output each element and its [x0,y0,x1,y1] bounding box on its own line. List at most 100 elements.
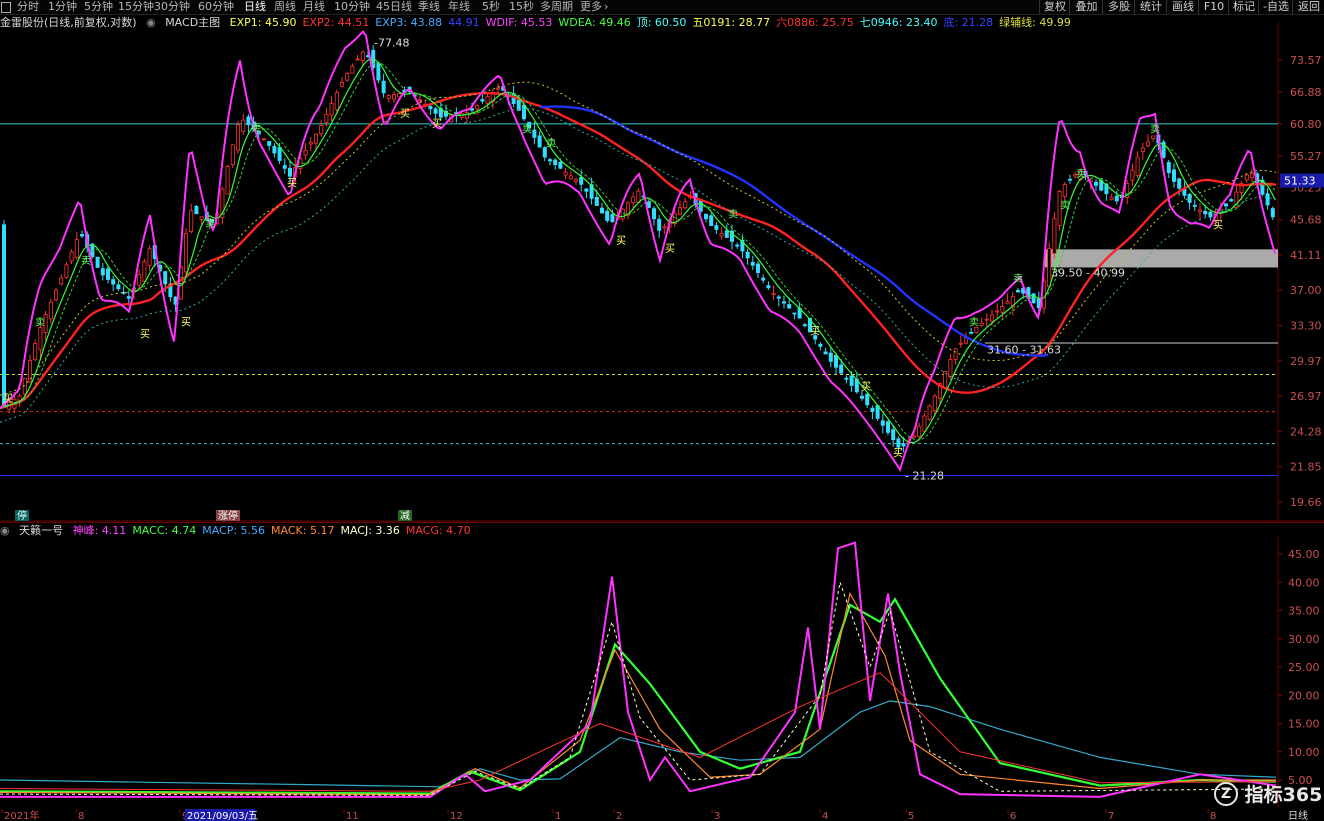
candle-body [860,395,865,399]
period-tab-16[interactable]: 更多 [580,0,602,14]
period-tab-9[interactable]: 10分钟 [334,0,370,14]
buy-signal: 买 [400,108,410,120]
candle-body [319,125,324,134]
sub-tick-label: 35.00 [1288,605,1320,618]
candle-body [818,343,823,347]
period-tab-5[interactable]: 60分钟 [198,0,234,14]
period-tab-8[interactable]: 月线 [303,0,325,14]
time-axis: 2021年891112123456782021/09/03/五日线 [1,809,1308,821]
candle-body [1151,135,1156,139]
candle-body [870,407,875,412]
candle-body [704,213,709,220]
sub-legend-item-3: MACK: 5.17 [271,524,335,537]
candle-body [553,159,558,166]
toolbar-button-0[interactable]: 复权 [1039,0,1070,14]
candle-body [584,188,589,192]
candle-body [984,318,989,321]
toolbar-button-2[interactable]: 多股 [1102,0,1135,14]
toolbar-button-3[interactable]: 统计 [1134,0,1167,14]
candle-body [95,256,100,268]
candle-body [225,165,230,195]
buy-signal: 买 [3,393,13,405]
current-price-label: 51.33 [1284,175,1316,188]
candle-body [1140,147,1145,152]
candle-body [932,395,937,411]
candle-body [339,82,344,87]
period-tab-14[interactable]: 15秒 [509,0,534,14]
time-tick-label: 4 [822,811,828,821]
candle-body [230,144,235,166]
candle-body [631,196,636,203]
time-tick-label: 8 [1210,811,1216,821]
candle-body [600,207,605,214]
candle-body [1114,195,1119,202]
period-tab-13[interactable]: 5秒 [482,0,500,14]
sub-tick-label: 20.00 [1288,689,1320,702]
period-label: 日线 [1288,809,1308,821]
buy-signal: 买 [1213,220,1223,232]
period-tab-12[interactable]: 年线 [448,0,470,14]
candle-body [548,159,553,162]
candle-body [308,141,313,145]
price-chart[interactable]: 73.5766.8860.8055.2750.2545.6841.1137.00… [0,22,1324,522]
period-tab-1[interactable]: 1分钟 [48,0,77,14]
toolbar-button-5[interactable]: F10 [1198,0,1229,14]
toolbar-button-7[interactable]: -自选 [1258,0,1293,14]
candle-body [329,102,334,116]
candle-body [683,201,688,209]
app-menu-icon[interactable] [1,0,11,14]
candle-body [901,443,906,447]
candle-body [880,420,885,426]
candle-body [756,263,761,273]
candle-body [100,268,105,276]
candle-body [74,239,79,259]
period-tab-2[interactable]: 5分钟 [84,0,113,14]
toolbar-button-6[interactable]: 标记 [1228,0,1259,14]
macc-line [0,597,1277,795]
period-tab-0[interactable]: 分时 [17,0,39,14]
candle-body [350,65,355,74]
candle-body [605,210,610,221]
mack-line [0,591,1276,796]
candle-body [823,351,828,355]
buy-signal: 买 [287,178,297,190]
candle-body [745,251,750,259]
candle-body [1130,169,1135,181]
indicator-chart[interactable]: 45.00 40.00 35.00 30.00 25.00 20.00 15.00 10.00… [0,537,1324,809]
candle-body [1062,184,1067,197]
buy-signal: 买 [140,329,150,341]
period-tab-10[interactable]: 45日线 [376,0,412,14]
toolbar-button-4[interactable]: 画线 [1166,0,1199,14]
candle-body [246,116,251,126]
sell-signal: 卖 [969,316,979,328]
candle-body [137,274,142,286]
time-tick-label: 5 [908,811,914,821]
candle-body [303,150,308,156]
candle-body [678,207,683,215]
price-tick-label: 26.97 [1290,390,1322,403]
sell-signal: 卖 [522,123,532,135]
period-tab-4[interactable]: 30分钟 [154,0,190,14]
chevron-right-icon[interactable]: › [604,0,608,14]
sub-indicator-name[interactable]: 天籁一号 [19,524,63,537]
candle-body [433,108,438,114]
period-tab-7[interactable]: 周线 [274,0,296,14]
candle-body [33,343,38,361]
candle-body [1166,161,1171,174]
candle-body [1109,196,1114,200]
period-tab-15[interactable]: 多周期 [540,0,573,14]
candle-body [948,359,953,378]
toolbar-button-8[interactable]: 返回 [1292,0,1324,14]
period-tab-11[interactable]: 季线 [418,0,440,14]
candle-body [922,415,927,432]
candle-body [116,284,121,290]
sell-signal: 卖 [728,209,738,221]
candle-body [802,324,807,327]
tag-label: 停 [17,509,27,522]
toolbar-button-1[interactable]: 叠加 [1069,0,1103,14]
period-tab-6[interactable]: 日线 [244,0,266,14]
period-tab-3[interactable]: 15分钟 [118,0,154,14]
price-tick-label: 19.66 [1290,496,1322,509]
sell-signal: 卖 [546,138,556,150]
sub-indicator-switch-icon[interactable]: ◉ [0,524,10,537]
